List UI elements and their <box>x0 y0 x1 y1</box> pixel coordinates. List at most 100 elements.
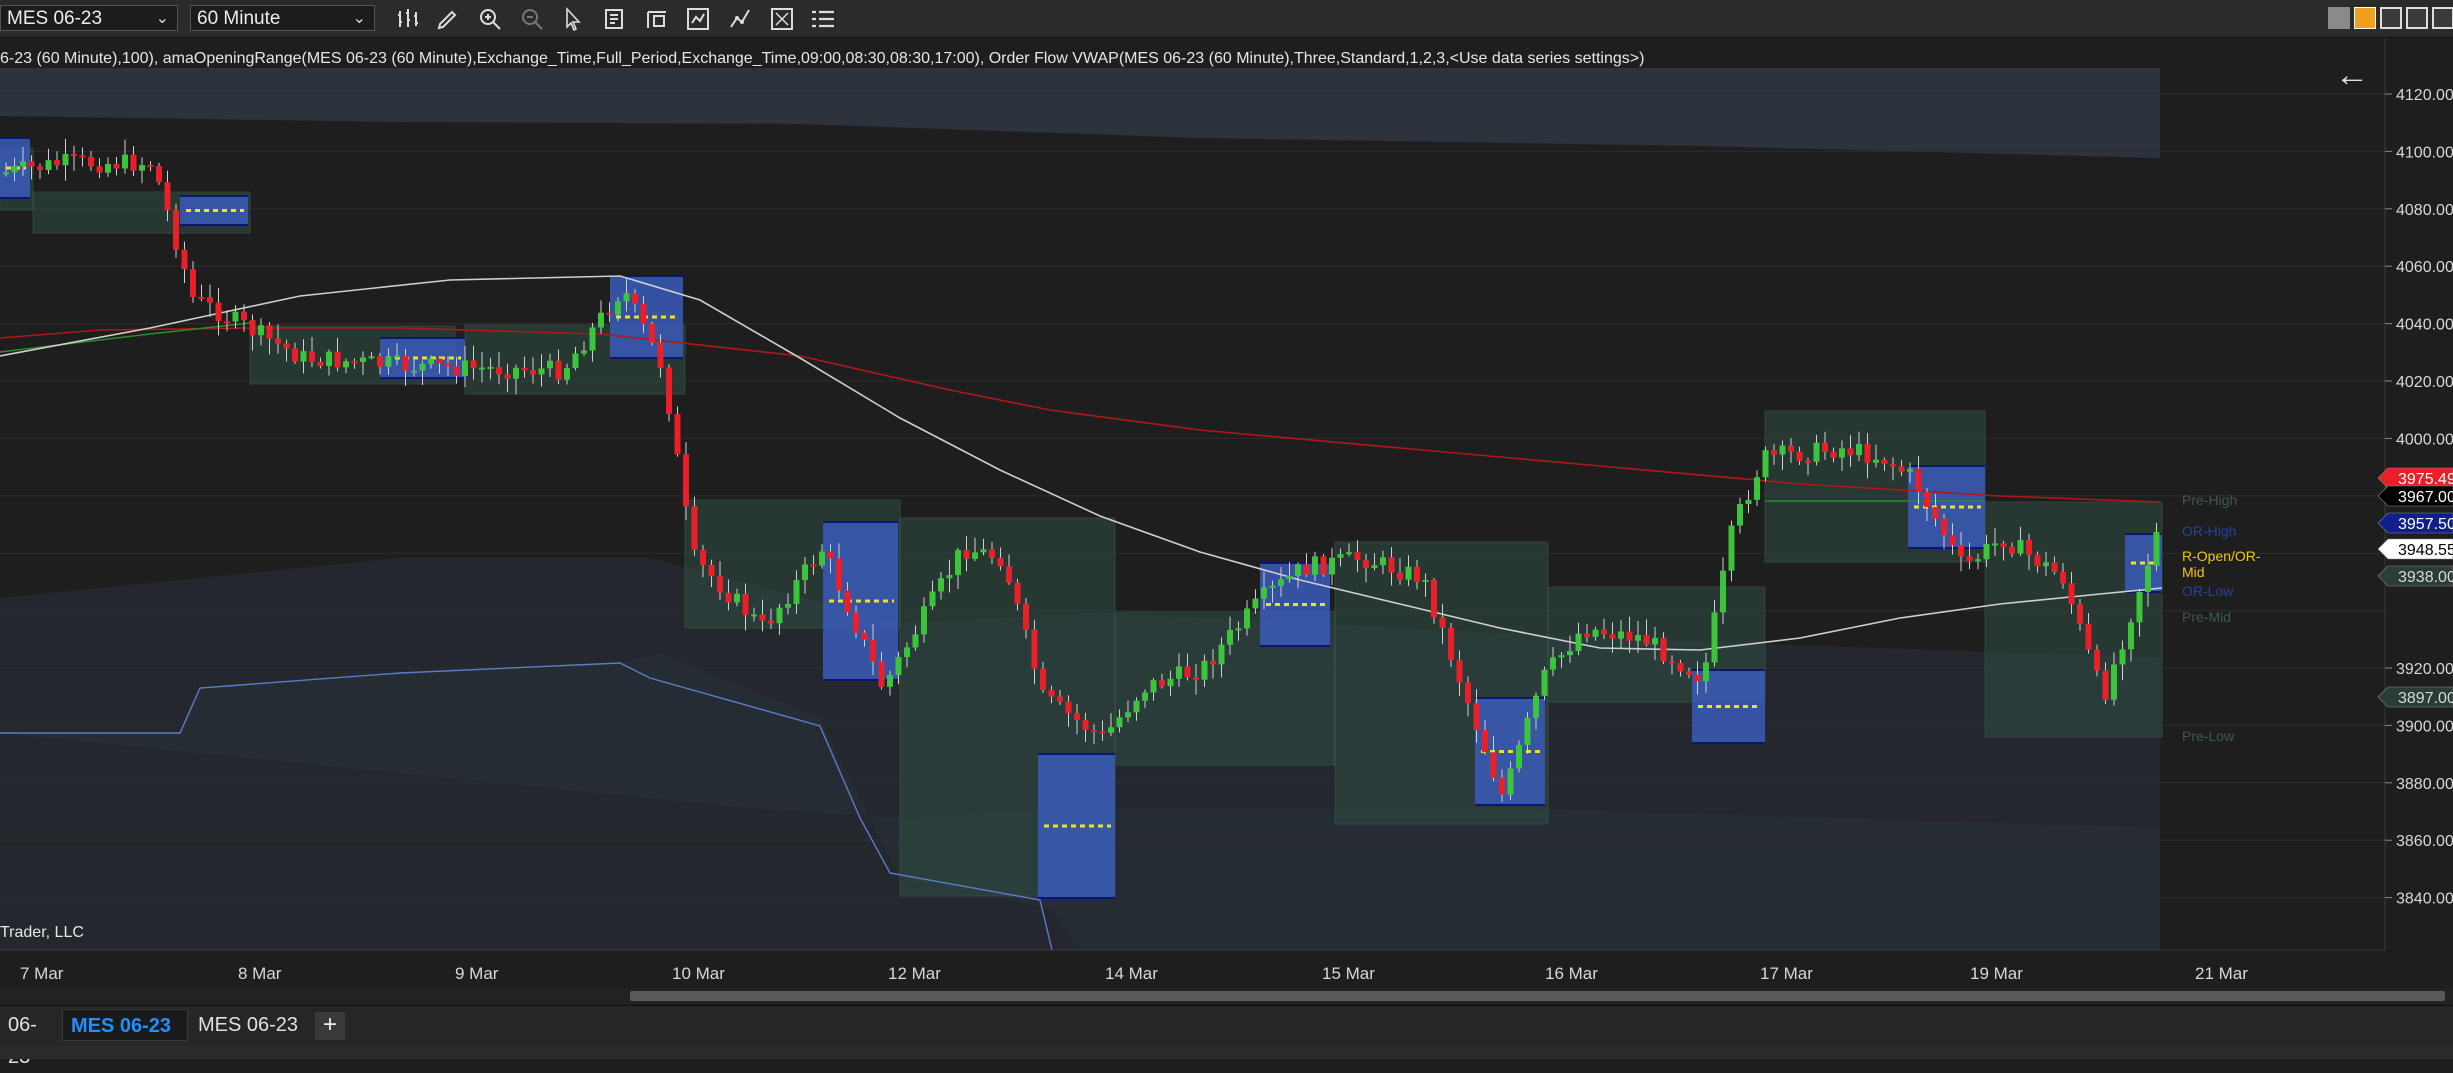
candle-body <box>11 165 18 173</box>
candle-body <box>1745 499 1752 505</box>
scrollbar-thumb[interactable] <box>630 991 2445 1001</box>
candle-body <box>1847 448 1854 456</box>
candle-body <box>649 324 655 343</box>
price-chart[interactable]: 4120.00 4100.00 4080.00 4060.00 4040.00 4020.… <box>0 38 2453 998</box>
candle-body <box>742 593 749 615</box>
indicators-icon[interactable] <box>683 4 713 34</box>
restore-icon[interactable] <box>2328 7 2350 29</box>
maximize-icon[interactable] <box>2380 7 2402 29</box>
add-tab-button[interactable]: + <box>315 1012 345 1040</box>
instrument-value: MES 06-23 <box>7 8 103 29</box>
candle-body <box>2051 562 2058 573</box>
templates-icon[interactable] <box>767 4 797 34</box>
candle-body <box>1550 657 1556 670</box>
candle-body <box>28 161 35 167</box>
candle-body <box>1779 445 1786 455</box>
candle-body <box>1125 712 1131 718</box>
candle-body <box>870 639 876 662</box>
candle-body <box>521 367 528 371</box>
candle-body <box>997 557 1004 567</box>
horizontal-scrollbar[interactable] <box>0 988 2453 1004</box>
pre-high-label: Pre-High <box>2182 492 2237 508</box>
bar-type-icon[interactable] <box>393 4 423 34</box>
candle-body <box>785 603 791 608</box>
candle-body <box>793 580 800 604</box>
candle-body <box>1830 451 1837 458</box>
candle-body <box>853 612 859 633</box>
candle-body <box>1677 663 1684 672</box>
price-marker: 3957.50 <box>2377 512 2453 534</box>
pre-low-label: Pre-Low <box>2182 728 2235 744</box>
candle-body <box>1023 603 1029 630</box>
date-axis-label: 14 Mar <box>1105 964 1158 983</box>
opening-range-box <box>1038 754 1115 898</box>
candle-body <box>411 370 417 373</box>
candle-body <box>1975 559 1981 562</box>
price-marker: 3938.00 <box>2377 565 2453 587</box>
candle-body <box>1431 579 1437 618</box>
candle-body <box>1176 666 1182 679</box>
tab-chart-2[interactable]: MES 06-23 <box>62 1009 188 1041</box>
candle-body <box>2017 539 2024 554</box>
candle-body <box>190 269 196 298</box>
candle-body <box>581 350 587 354</box>
price-axis-label: 4100.00 <box>2396 144 2453 161</box>
candle-body <box>2111 664 2117 700</box>
zoom-in-icon[interactable] <box>475 4 505 34</box>
copyright-text: Trader, LLC <box>0 924 84 941</box>
candle-body <box>334 351 341 368</box>
or-low-label: OR-Low <box>2182 583 2234 599</box>
strategies-icon[interactable] <box>725 4 755 34</box>
candle-body <box>436 358 443 364</box>
candle-body <box>1227 629 1233 645</box>
candle-body <box>1533 695 1539 718</box>
tab-chart-3[interactable]: MES 06-23 <box>190 1009 310 1041</box>
candle-body <box>1737 504 1743 526</box>
candle-body <box>394 355 400 358</box>
candle-body <box>623 293 630 302</box>
candle-body <box>377 356 383 367</box>
candle-body <box>759 614 766 621</box>
candle-body <box>989 549 995 558</box>
close-icon[interactable] <box>2432 7 2453 29</box>
candle-body <box>1048 689 1055 697</box>
draw-pencil-icon[interactable] <box>433 4 463 34</box>
candle-body <box>122 154 128 169</box>
candle-body <box>734 593 740 603</box>
price-axis-label: 3880.00 <box>2396 776 2453 793</box>
candle-body <box>224 321 230 324</box>
price-marker: 3897.00 <box>2377 686 2453 708</box>
back-arrow-icon[interactable]: ← <box>2335 58 2375 92</box>
candle-body <box>972 552 978 559</box>
interval-selector[interactable]: 60 Minute ⌄ <box>190 5 375 31</box>
candle-body <box>768 620 774 624</box>
candle-body <box>1575 633 1582 652</box>
candle-body <box>385 357 392 367</box>
chart-area[interactable]: 4120.00 4100.00 4080.00 4060.00 4040.00 4020.… <box>0 38 2453 998</box>
candle-body <box>895 657 902 676</box>
candle-body <box>1669 661 1675 664</box>
candle-body <box>1057 696 1063 702</box>
minimize-icon[interactable] <box>2354 7 2376 29</box>
candle-body <box>1643 635 1650 645</box>
properties-icon[interactable] <box>642 4 672 34</box>
candle-body <box>1958 544 1964 557</box>
tab-chart-1[interactable]: 06-23 <box>0 1009 55 1068</box>
chart-tabs-bar: 06-23 MES 06-23 MES 06-23 + <box>0 1005 2453 1068</box>
data-box-icon[interactable] <box>600 4 630 34</box>
candle-body <box>878 661 885 687</box>
date-axis-label: 19 Mar <box>1970 964 2023 983</box>
candle-body <box>258 325 264 336</box>
candle-body <box>1873 459 1879 463</box>
candle-body <box>844 590 851 613</box>
candle-body <box>725 592 732 603</box>
maximize-alt-icon[interactable] <box>2406 7 2428 29</box>
zoom-out-icon[interactable] <box>517 4 547 34</box>
instrument-selector[interactable]: MES 06-23 ⌄ <box>0 5 178 31</box>
candle-body <box>292 348 298 362</box>
status-bar <box>0 1046 2453 1059</box>
candle-body <box>1320 556 1327 575</box>
candle-body <box>198 297 205 300</box>
pointer-icon[interactable] <box>558 4 588 34</box>
menu-icon[interactable] <box>808 4 838 34</box>
